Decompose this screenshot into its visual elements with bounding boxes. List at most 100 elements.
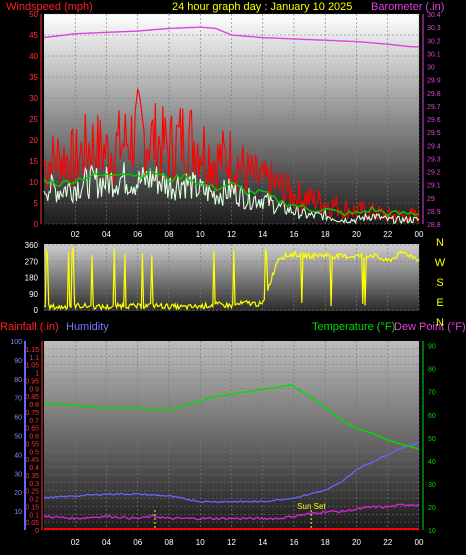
humidity-y-tick-label: 20 (14, 490, 22, 497)
rain-y-tick-label: 0.4 (29, 465, 39, 472)
rain-y-tick-label: 0.25 (25, 489, 39, 496)
temperature-y-tick-label: 70 (428, 390, 436, 397)
wind-y-tick-label: 25 (29, 115, 38, 124)
rain-y-tick-label: 1.05 (25, 363, 39, 370)
wind-x-tick-label: 14 (258, 230, 267, 239)
wind-axis-title: Windspeed (mph) (6, 1, 93, 13)
temperature-x-tick-label: 08 (165, 538, 174, 547)
weather-chart: Windspeed (mph) 24 hour graph day : Janu… (0, 0, 466, 555)
rain-y-tick-label: 0.15 (25, 504, 39, 511)
barometer-y-tick-label: 30.3 (427, 25, 441, 32)
wind-x-tick-label: 08 (165, 230, 174, 239)
compass-label: W (435, 257, 446, 269)
direction-y-tick-label: 180 (25, 274, 39, 283)
barometer-y-tick-label: 29.3 (427, 156, 441, 163)
barometer-y-tick-label: 30 (427, 65, 435, 72)
temperature-y-tick-label: 30 (428, 482, 436, 489)
humidity-y-tick-label: 90 (14, 358, 22, 365)
direction-y-tick-label: 360 (25, 241, 39, 250)
compass-label: S (436, 277, 443, 289)
barometer-y-tick-label: 29.1 (427, 183, 441, 190)
wind-y-tick-label: 5 (34, 199, 39, 208)
temperature-x-tick-label: 04 (102, 538, 111, 547)
wind-y-tick-label: 45 (29, 31, 38, 40)
wind-y-tick-label: 35 (29, 73, 38, 82)
temperature-y-tick-label: 90 (428, 344, 436, 351)
wind-y-tick-label: 20 (29, 136, 38, 145)
temperature-y-tick-label: 60 (428, 413, 436, 420)
humidity-y-tick-label: 100 (10, 339, 22, 346)
barometer-y-tick-label: 30.2 (427, 38, 441, 45)
rain-y-tick-label: 0.7 (29, 418, 39, 425)
wind-x-tick-label: 18 (321, 230, 330, 239)
rain-y-tick-label: 0.6 (29, 434, 39, 441)
temperature-x-tick-label: 06 (133, 538, 142, 547)
rain-y-tick-label: 0.35 (25, 473, 39, 480)
temperature-x-tick-label: 20 (352, 538, 361, 547)
temperature-x-tick-label: 22 (383, 538, 392, 547)
wind-x-tick-label: 02 (71, 230, 80, 239)
dewpoint-axis-title: Dew Point (°F) (394, 321, 466, 333)
wind-y-tick-label: 10 (29, 178, 38, 187)
rain-y-tick-label: 1 (35, 371, 39, 378)
rain-y-tick-label: 0.05 (25, 520, 39, 527)
rain-y-tick-label: 1.15 (25, 347, 39, 354)
wind-y-tick-label: 40 (29, 52, 38, 61)
barometer-y-tick-label: 28.9 (427, 209, 441, 216)
rain-y-tick-label: 0.2 (29, 497, 39, 504)
compass-label: E (436, 297, 443, 309)
rain-y-tick-label: 0.45 (25, 457, 39, 464)
wind-y-tick-label: 50 (29, 10, 38, 19)
chart-title: 24 hour graph day : January 10 2025 (172, 1, 352, 13)
barometer-y-tick-label: 29.6 (427, 117, 441, 124)
temperature-y-tick-label: 50 (428, 436, 436, 443)
barometer-y-tick-label: 29.8 (427, 91, 441, 98)
rain-y-tick-label: 0.65 (25, 426, 39, 433)
rain-y-tick-label: 0.3 (29, 481, 39, 488)
barometer-y-tick-label: 29.9 (427, 78, 441, 85)
humidity-y-tick-label: 30 (14, 471, 22, 478)
rain-y-tick-label: 0.8 (29, 402, 39, 409)
temperature-x-tick-label: 14 (258, 538, 267, 547)
wind-x-tick-label: 12 (227, 230, 236, 239)
rain-y-tick-label: 0.5 (29, 449, 39, 456)
temperature-x-tick-label: 02 (71, 538, 80, 547)
wind-x-tick-label: 20 (352, 230, 361, 239)
rain-y-tick-label: 0.55 (25, 441, 39, 448)
temperature-x-tick-label: 00 (415, 538, 424, 547)
wind-y-tick-label: 15 (29, 157, 38, 166)
temperature-y-tick-label: 40 (428, 459, 436, 466)
temperature-x-tick-label: 12 (227, 538, 236, 547)
barometer-y-tick-label: 29 (427, 196, 435, 203)
wind-x-tick-label: 06 (133, 230, 142, 239)
humidity-y-tick-label: 50 (14, 434, 22, 441)
compass-label: N (436, 237, 444, 249)
direction-y-tick-label: 0 (34, 306, 39, 315)
direction-y-tick-label: 270 (25, 257, 39, 266)
rain-y-tick-label: 0.75 (25, 410, 39, 417)
compass-label: N (436, 317, 444, 329)
barometer-y-tick-label: 29.7 (427, 104, 441, 111)
wind-y-tick-label: 0 (34, 220, 39, 229)
barometer-y-tick-label: 30.4 (427, 12, 441, 19)
temperature-axis-title: Temperature (°F) (312, 321, 395, 333)
direction-y-tick-label: 90 (29, 290, 38, 299)
temperature-x-tick-label: 10 (196, 538, 205, 547)
wind-x-tick-label: 00 (415, 230, 424, 239)
temperature-x-tick-label: 16 (290, 538, 299, 547)
humidity-y-tick-label: 80 (14, 377, 22, 384)
humidity-y-tick-label: 40 (14, 452, 22, 459)
humidity-y-tick-label: 10 (14, 509, 22, 516)
wind-x-tick-label: 22 (383, 230, 392, 239)
humidity-y-tick-label: 70 (14, 396, 22, 403)
barometer-y-tick-label: 29.4 (427, 143, 441, 150)
temperature-y-tick-label: 20 (428, 505, 436, 512)
barometer-y-tick-label: 29.5 (427, 130, 441, 137)
rain-y-tick-label: 0.85 (25, 394, 39, 401)
barometer-y-tick-label: 29.2 (427, 170, 441, 177)
rain-y-tick-label: 1.1 (29, 355, 39, 362)
wind-x-tick-label: 10 (196, 230, 205, 239)
wind-x-tick-label: 16 (290, 230, 299, 239)
wind-y-tick-label: 30 (29, 94, 38, 103)
sunset-label: Sun Set (297, 502, 326, 511)
